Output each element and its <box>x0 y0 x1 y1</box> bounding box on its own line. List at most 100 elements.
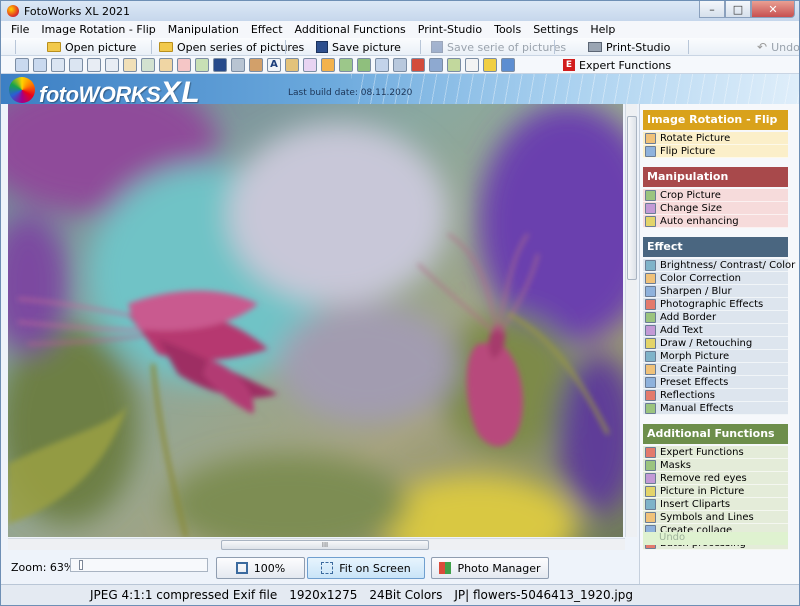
vertical-scroll-thumb[interactable] <box>627 116 637 280</box>
symbols-icon[interactable] <box>465 58 479 72</box>
panel-item-label: Change Size <box>660 202 722 214</box>
reflections-icon[interactable] <box>357 58 371 72</box>
menu-help[interactable]: Help <box>584 23 621 36</box>
logo-text-works: WORKS <box>78 82 161 104</box>
brand-banner: fotoWORKSXL Last build date: 08.11.2020 <box>1 74 799 104</box>
undo-button[interactable]: ↶ Undo <box>757 39 800 55</box>
folder-icon <box>159 42 173 52</box>
flip-vertical-icon[interactable] <box>105 58 119 72</box>
picture-in-picture-icon[interactable] <box>429 58 443 72</box>
panel-item[interactable]: Preset Effects <box>643 376 788 389</box>
panel-item[interactable]: Photographic Effects <box>643 298 788 311</box>
panel-item[interactable]: Add Border <box>643 311 788 324</box>
crop-icon[interactable] <box>123 58 137 72</box>
color-correction-icon[interactable] <box>195 58 209 72</box>
minimize-icon[interactable]: – <box>699 1 725 18</box>
panel-item[interactable]: Masks <box>643 459 788 472</box>
menu-additional-functions[interactable]: Additional Functions <box>289 23 412 36</box>
rotate-right-icon[interactable] <box>33 58 47 72</box>
panel-item[interactable]: Reflections <box>643 389 788 402</box>
manual-effects-icon[interactable] <box>375 58 389 72</box>
panel-item-icon <box>645 132 656 144</box>
panel-item-icon <box>645 446 656 458</box>
batch-icon[interactable] <box>501 58 515 72</box>
panel-item[interactable]: Insert Cliparts <box>643 498 788 511</box>
panel-item-label: Photographic Effects <box>660 298 764 310</box>
print-studio-label: Print-Studio <box>606 40 671 54</box>
panel-item-label: Remove red eyes <box>660 472 747 484</box>
menu-settings[interactable]: Settings <box>527 23 584 36</box>
panel-item[interactable]: Flip Picture <box>643 145 788 158</box>
panel-section-header: Effect <box>643 237 788 257</box>
panel-item[interactable]: Change Size <box>643 202 788 215</box>
panel-item[interactable]: Auto enhancing <box>643 215 788 228</box>
maximize-icon[interactable]: □ <box>725 1 751 18</box>
resize-icon[interactable] <box>141 58 155 72</box>
text-icon[interactable]: A <box>267 58 281 72</box>
panel-item[interactable]: Morph Picture <box>643 350 788 363</box>
clipart-icon[interactable] <box>447 58 461 72</box>
sharpen-icon[interactable] <box>213 58 227 72</box>
panel-item[interactable]: Picture in Picture <box>643 485 788 498</box>
menu-print-studio[interactable]: Print-Studio <box>412 23 488 36</box>
zoom-slider[interactable] <box>70 558 208 572</box>
panel-item[interactable]: Draw / Retouching <box>643 337 788 350</box>
photo-effects-icon[interactable] <box>231 58 245 72</box>
panel-item[interactable]: Remove red eyes <box>643 472 788 485</box>
brightness-icon[interactable] <box>177 58 191 72</box>
red-eye-icon[interactable] <box>411 58 425 72</box>
undo-label: Undo <box>771 40 800 54</box>
menu-file[interactable]: File <box>5 23 35 36</box>
panel-item[interactable]: Manual Effects <box>643 402 788 415</box>
flip-horizontal-icon[interactable] <box>87 58 101 72</box>
panel-item[interactable]: Rotate Picture <box>643 132 788 145</box>
rotate-cw-icon[interactable] <box>69 58 83 72</box>
menu-image-rotation[interactable]: Image Rotation - Flip <box>35 23 161 36</box>
panel-item[interactable]: Sharpen / Blur <box>643 285 788 298</box>
print-studio-button[interactable]: Print-Studio <box>588 39 670 55</box>
panel-item[interactable]: Brightness/ Contrast/ Color <box>643 259 795 272</box>
photo-manager-icon <box>439 562 452 574</box>
toolbar-separator <box>688 40 689 54</box>
masks-icon[interactable] <box>393 58 407 72</box>
main-toolbar: Open picture Open series of pictures Sav… <box>1 38 800 56</box>
image-viewer[interactable] <box>8 104 623 537</box>
menu-tools[interactable]: Tools <box>488 23 527 36</box>
panel-undo-button[interactable]: Undo <box>643 532 788 545</box>
save-picture-button[interactable]: Save picture <box>316 39 401 55</box>
panel-item[interactable]: Add Text <box>643 324 788 337</box>
border-icon[interactable] <box>249 58 263 72</box>
panel-item-icon <box>645 485 656 497</box>
horizontal-scrollbar[interactable]: III <box>8 538 625 550</box>
panel-item[interactable]: Crop Picture <box>643 189 788 202</box>
panel-item[interactable]: Symbols and Lines <box>643 511 788 524</box>
menu-effect[interactable]: Effect <box>245 23 289 36</box>
panel-item[interactable]: Color Correction <box>643 272 788 285</box>
rotate-ccw-icon[interactable] <box>51 58 65 72</box>
expert-functions-button[interactable]: E Expert Functions <box>563 57 671 73</box>
open-series-button[interactable]: Open series of pictures <box>159 39 304 55</box>
collage-star-icon[interactable] <box>483 58 497 72</box>
photo-manager-button[interactable]: Photo Manager <box>431 557 549 579</box>
rotate-left-icon[interactable] <box>15 58 29 72</box>
zoom-slider-handle[interactable] <box>79 560 83 570</box>
morph-icon[interactable] <box>303 58 317 72</box>
preset-effects-icon[interactable] <box>339 58 353 72</box>
zoom-100-button[interactable]: 100% <box>216 557 305 579</box>
painting-icon[interactable] <box>321 58 335 72</box>
open-picture-button[interactable]: Open picture <box>47 39 136 55</box>
auto-enhance-icon[interactable] <box>159 58 173 72</box>
panel-item-label: Create Painting <box>660 363 737 375</box>
vertical-scrollbar[interactable] <box>625 104 637 537</box>
draw-icon[interactable] <box>285 58 299 72</box>
fit-on-screen-button[interactable]: Fit on Screen <box>307 557 425 579</box>
panel-item-icon <box>645 285 656 297</box>
horizontal-scroll-thumb[interactable]: III <box>221 540 429 550</box>
save-series-button[interactable]: Save serie of pictures <box>431 39 566 55</box>
panel-section-items: Rotate Picture Flip Picture <box>643 132 788 158</box>
menu-manipulation[interactable]: Manipulation <box>162 23 245 36</box>
close-icon[interactable]: ✕ <box>751 1 795 18</box>
panel-item[interactable]: Create Painting <box>643 363 788 376</box>
panel-item-icon <box>645 202 656 214</box>
panel-item[interactable]: Expert Functions <box>643 446 788 459</box>
